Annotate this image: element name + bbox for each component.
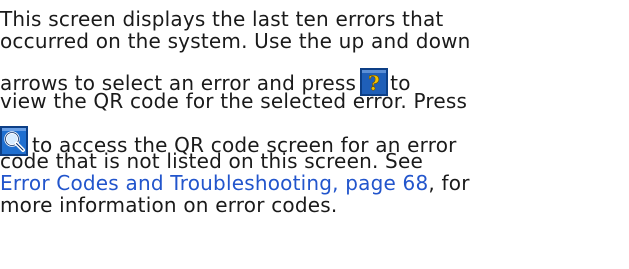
text-line: code that is not listed on this screen. … xyxy=(0,150,629,172)
text-line: view the QR code for the selected error.… xyxy=(0,90,629,112)
text-line: more information on error codes. xyxy=(0,194,629,216)
text-line: to access the QR code screen for an erro… xyxy=(0,126,629,156)
text-line: occurred on the system. Use the up and d… xyxy=(0,30,629,52)
text-segment: occurred on the system. Use the up and d… xyxy=(0,29,471,53)
error-codes-link[interactable]: Error Codes and Troubleshooting, page 68 xyxy=(0,171,428,195)
text-segment: more information on error codes. xyxy=(0,193,338,217)
instruction-paragraph: This screen displays the last ten errors… xyxy=(0,8,629,216)
text-line: This screen displays the last ten errors… xyxy=(0,8,629,30)
text-segment: code that is not listed on this screen. … xyxy=(0,149,423,173)
text-segment: , for xyxy=(428,171,470,195)
text-line: Error Codes and Troubleshooting, page 68… xyxy=(0,172,629,194)
text-segment: view the QR code for the selected error.… xyxy=(0,89,468,113)
text-segment: This screen displays the last ten errors… xyxy=(0,7,444,31)
text-line: arrows to select an error and press ? to xyxy=(0,66,629,96)
